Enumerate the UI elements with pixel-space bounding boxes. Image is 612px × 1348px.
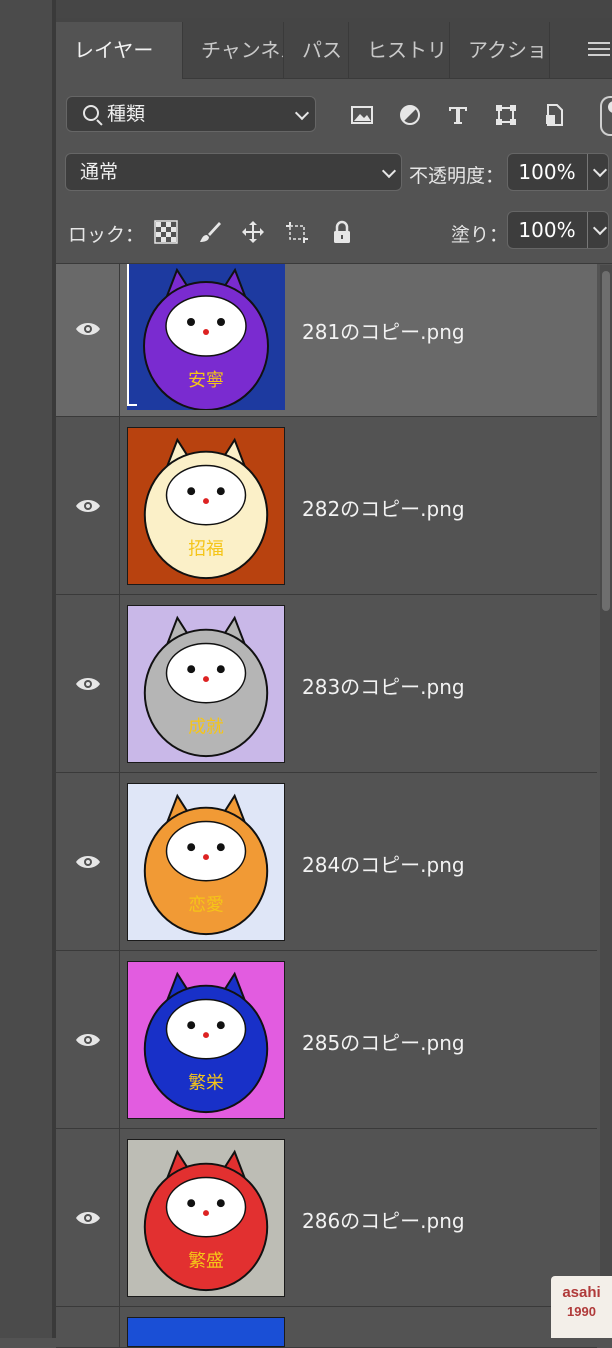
daruma-cat-image: 恋愛 (128, 784, 284, 940)
type-layer-filter-icon[interactable] (447, 104, 469, 126)
pixel-layer-filter-icon[interactable] (351, 104, 373, 126)
daruma-cat-image: 繁盛 (128, 1140, 284, 1296)
blend-row: 通常 不透明度： 100% (56, 142, 612, 202)
blend-mode-value: 通常 (80, 161, 119, 183)
visibility-cell[interactable] (56, 595, 120, 772)
daruma-cat-image: 安寧 (127, 264, 285, 410)
daruma-cat-image: 招福 (128, 428, 284, 584)
layer-thumbnail[interactable]: 繁栄 (127, 961, 285, 1119)
left-panel-strip (0, 0, 56, 1338)
chevron-down-icon[interactable] (592, 220, 608, 236)
adjustment-layer-filter-icon[interactable] (399, 104, 421, 126)
eye-icon[interactable] (75, 676, 101, 692)
thumbnail-caption: 安寧 (188, 370, 224, 391)
lock-transparent-pixels-icon[interactable] (154, 220, 178, 244)
lock-row: ロック： 塗り： 100% (56, 202, 612, 262)
visibility-cell[interactable] (56, 417, 120, 594)
layer-thumbnail[interactable]: 繁盛 (127, 1139, 285, 1297)
lock-artboard-icon[interactable] (285, 220, 309, 244)
opacity-divider (587, 154, 588, 190)
eye-icon[interactable] (75, 321, 101, 337)
visibility-cell[interactable] (56, 264, 120, 416)
thumbnail-caption: 繁栄 (188, 1072, 224, 1093)
watermark-line2: 1990 (567, 1304, 596, 1319)
layers-list: 安寧 281のコピー.png 招福 282のコピー.png 成就 283のコピー… (56, 263, 612, 1348)
layer-name[interactable]: 283のコピー.png (302, 671, 465, 700)
tab-layers[interactable]: レイヤー (56, 22, 183, 79)
layer-thumbnail[interactable]: 成就 (127, 605, 285, 763)
opacity-label: 不透明度： (409, 165, 505, 187)
daruma-cat-image: 繁栄 (128, 962, 284, 1118)
layer-thumbnail[interactable]: 安寧 (127, 264, 285, 410)
layer-row[interactable] (56, 1307, 597, 1348)
visibility-cell[interactable] (56, 1129, 120, 1306)
tab-history[interactable]: ヒストリー (349, 22, 450, 78)
selection-bracket (127, 264, 137, 406)
filter-toggle[interactable] (600, 96, 612, 136)
kind-filter-label: 種類 (107, 103, 146, 125)
smart-object-filter-icon[interactable] (543, 104, 565, 126)
chevron-down-icon (381, 163, 397, 179)
layers-scrollbar[interactable] (600, 265, 612, 1338)
visibility-cell[interactable] (56, 951, 120, 1128)
opacity-value[interactable]: 100% (508, 154, 586, 190)
filter-row: 種類 (56, 78, 612, 142)
chevron-down-icon (294, 105, 310, 121)
kind-filter-select[interactable]: 種類 (66, 96, 316, 132)
eye-icon[interactable] (75, 498, 101, 514)
fill-label: 塗り： (451, 224, 509, 246)
chevron-down-icon[interactable] (592, 162, 608, 178)
layer-thumbnail[interactable] (127, 1317, 285, 1347)
layer-name[interactable]: 286のコピー.png (302, 1205, 465, 1234)
visibility-cell[interactable] (56, 1307, 120, 1347)
tab-actions[interactable]: アクション (450, 22, 550, 78)
panel-menu-icon[interactable] (588, 42, 610, 58)
layer-row[interactable]: 繁栄 285のコピー.png (56, 951, 597, 1129)
fill-field[interactable]: 100% (507, 211, 609, 249)
layer-name[interactable]: 284のコピー.png (302, 849, 465, 878)
daruma-cat-image: 成就 (128, 606, 284, 762)
watermark: asahi 1990 (551, 1276, 612, 1338)
lock-image-pixels-brush-icon[interactable] (198, 220, 222, 244)
tab-paths[interactable]: パス (284, 22, 349, 78)
scrollbar-thumb[interactable] (602, 271, 610, 611)
layer-thumbnail[interactable]: 招福 (127, 427, 285, 585)
layer-thumbnail[interactable]: 恋愛 (127, 783, 285, 941)
thumbnail-caption: 恋愛 (188, 893, 224, 915)
blend-mode-select[interactable]: 通常 (65, 153, 402, 191)
layer-row[interactable]: 招福 282のコピー.png (56, 417, 597, 595)
thumbnail-caption: 招福 (188, 538, 224, 559)
layer-row[interactable]: 成就 283のコピー.png (56, 595, 597, 773)
opacity-field[interactable]: 100% (507, 153, 609, 191)
search-icon (83, 105, 99, 121)
panel-top-bar (56, 0, 612, 19)
shape-layer-filter-icon[interactable] (495, 104, 517, 126)
layer-name[interactable]: 282のコピー.png (302, 493, 465, 522)
lock-all-icon[interactable] (330, 220, 354, 244)
fill-value[interactable]: 100% (508, 212, 586, 248)
layers-panel: レイヤー チャンネル パス ヒストリー アクション 種類 (56, 0, 612, 1348)
fill-divider (587, 212, 588, 248)
eye-icon[interactable] (75, 1210, 101, 1226)
thumbnail-caption: 成就 (188, 716, 224, 737)
layer-row[interactable]: 繁盛 286のコピー.png (56, 1129, 597, 1307)
panel-tabs: レイヤー チャンネル パス ヒストリー アクション (56, 18, 612, 79)
lock-position-move-icon[interactable] (241, 220, 265, 244)
layer-row[interactable]: 安寧 281のコピー.png (56, 264, 597, 417)
tab-channels[interactable]: チャンネル (183, 22, 284, 78)
watermark-line1: asahi (562, 1284, 601, 1301)
layer-row[interactable]: 恋愛 284のコピー.png (56, 773, 597, 951)
thumbnail-caption: 繁盛 (188, 1250, 224, 1271)
eye-icon[interactable] (75, 1032, 101, 1048)
layer-name[interactable]: 281のコピー.png (302, 316, 465, 345)
eye-icon[interactable] (75, 854, 101, 870)
lock-label: ロック： (68, 224, 145, 246)
visibility-cell[interactable] (56, 773, 120, 950)
layer-name[interactable]: 285のコピー.png (302, 1027, 465, 1056)
